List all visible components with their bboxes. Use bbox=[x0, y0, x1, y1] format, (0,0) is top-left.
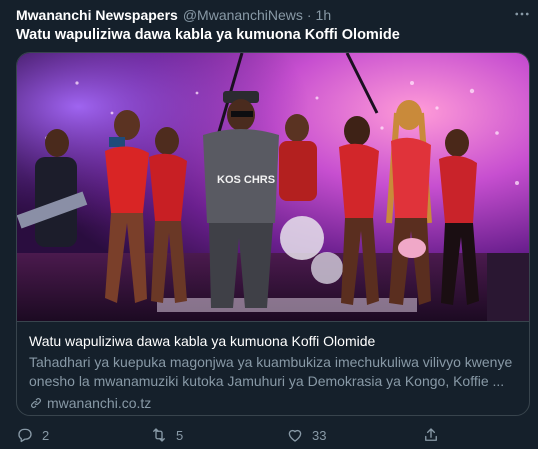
like-button[interactable]: 33 bbox=[286, 424, 326, 446]
author-name[interactable]: Mwananchi Newspapers bbox=[16, 7, 178, 23]
retweet-button[interactable]: 5 bbox=[150, 424, 183, 446]
card-description-line1: Tahadhari ya kuepuka magonjwa ya kuambuk… bbox=[29, 354, 513, 370]
share-button[interactable] bbox=[422, 424, 448, 446]
retweet-icon bbox=[153, 428, 165, 442]
reply-icon bbox=[18, 428, 32, 443]
separator-dot: · bbox=[306, 7, 312, 23]
tweet-text: Watu wapuliziwa dawa kabla ya kumuona Ko… bbox=[16, 27, 400, 43]
link-card[interactable]: KOS CHRS Watu wapuliziwa dawa kabla ya k… bbox=[16, 52, 530, 416]
card-image[interactable]: KOS CHRS bbox=[17, 53, 529, 321]
author-handle[interactable]: @MwananchiNews bbox=[183, 7, 303, 23]
like-icon bbox=[288, 429, 302, 442]
reply-button[interactable]: 2 bbox=[16, 424, 49, 446]
tweet[interactable]: Mwananchi Newspapers @MwananchiNews · 1h… bbox=[0, 0, 538, 449]
tweet-actions: 2 5 33 bbox=[16, 424, 446, 446]
like-count: 33 bbox=[312, 427, 327, 443]
more-button[interactable] bbox=[512, 6, 532, 22]
card-domain[interactable]: mwananchi.co.tz bbox=[29, 394, 517, 412]
card-title[interactable]: Watu wapuliziwa dawa kabla ya kumuona Ko… bbox=[29, 332, 517, 350]
card-body[interactable]: Watu wapuliziwa dawa kabla ya kumuona Ko… bbox=[17, 321, 529, 415]
share-icon bbox=[425, 428, 437, 441]
more-icon bbox=[515, 12, 529, 16]
tweet-time[interactable]: 1h bbox=[316, 7, 332, 23]
link-icon bbox=[31, 398, 41, 408]
card-domain-text: mwananchi.co.tz bbox=[47, 395, 152, 411]
jacket-text: KOS CHRS bbox=[217, 174, 275, 186]
retweet-count: 5 bbox=[176, 427, 184, 443]
card-description-line2: onesho la mwanamuziki kutoka Jamuhuri ya… bbox=[29, 373, 505, 389]
tweet-header: Mwananchi Newspapers @MwananchiNews · 1h bbox=[16, 6, 528, 24]
concert-photo: KOS CHRS bbox=[17, 53, 529, 321]
reply-count: 2 bbox=[42, 427, 50, 443]
